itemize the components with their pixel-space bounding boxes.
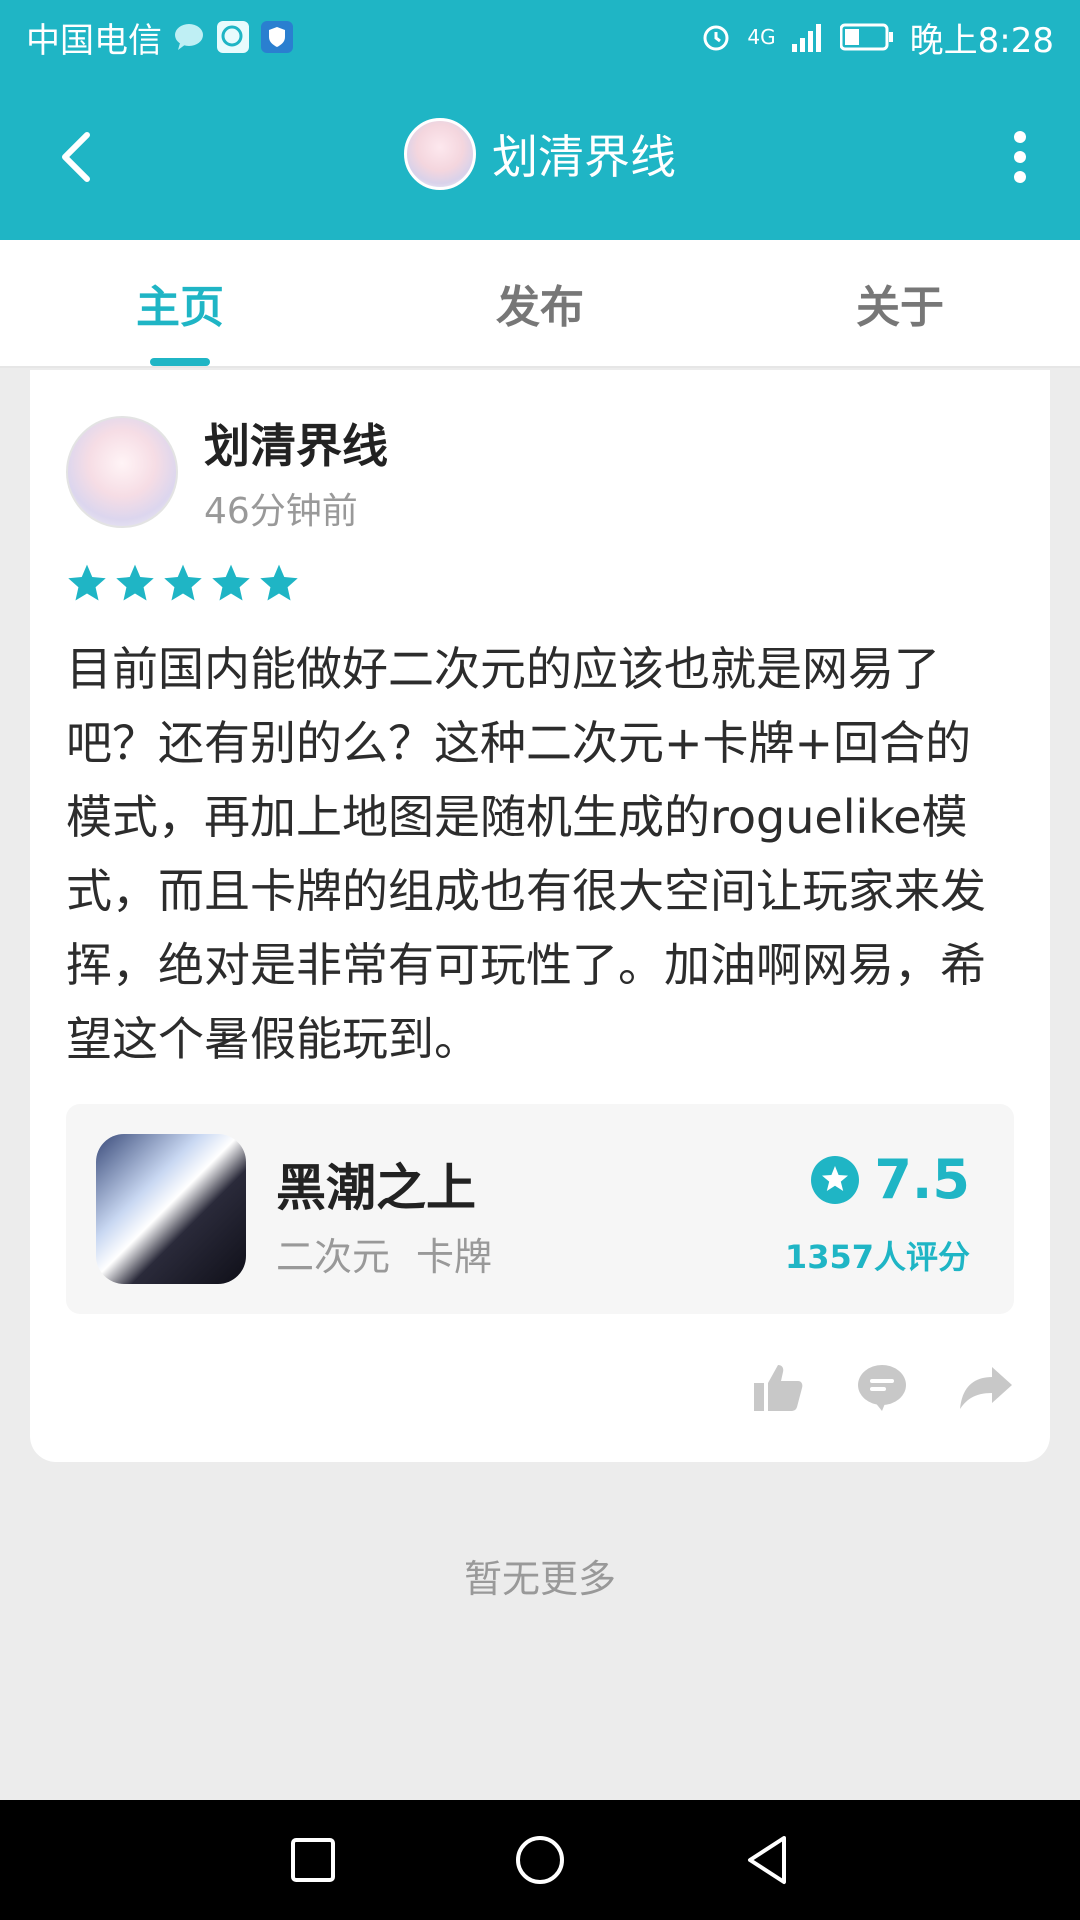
tab-about-label: 关于 — [856, 282, 944, 333]
game-score: 7.5 — [810, 1148, 970, 1211]
share-icon — [960, 1367, 1012, 1409]
back-nav-button[interactable] — [732, 1825, 802, 1895]
game-cover-image — [96, 1134, 246, 1284]
clock-label: 晚上8:28 — [909, 20, 1054, 61]
tab-bar: 主页 发布 关于 — [0, 240, 1080, 368]
battery-icon — [838, 20, 896, 54]
star-icon — [68, 564, 106, 601]
game-tag: 二次元 — [276, 1235, 391, 1279]
more-vertical-icon — [1014, 131, 1026, 183]
like-button[interactable] — [750, 1360, 806, 1416]
star-icon — [260, 564, 298, 601]
review-card[interactable]: 划清界线 46分钟前 目前国内能做好二次元的应该也就是网易了吧？还有别的么？这种… — [30, 370, 1050, 1462]
comment-button[interactable] — [854, 1360, 910, 1416]
signal-icon — [790, 20, 824, 54]
tab-active-indicator — [150, 358, 210, 366]
game-tags: 二次元 卡牌 — [276, 1226, 492, 1281]
square-icon — [291, 1838, 336, 1882]
carrier-label: 中国电信 — [26, 20, 162, 61]
tab-about[interactable]: 关于 — [720, 240, 1080, 366]
user-avatar — [404, 118, 476, 190]
alarm-icon — [699, 20, 733, 54]
status-bar: 中国电信 4G 晚上8:28 — [0, 0, 1080, 74]
star-icon — [212, 564, 250, 601]
author-name[interactable]: 划清界线 — [204, 410, 388, 476]
share-button[interactable] — [958, 1360, 1014, 1416]
game-tag: 卡牌 — [416, 1235, 493, 1279]
author-row: 划清界线 46分钟前 — [66, 410, 388, 534]
rating-stars — [66, 562, 300, 604]
message-bubble-icon — [172, 20, 206, 54]
rating-count: 1357人评分 — [784, 1238, 970, 1276]
triangle-back-icon — [747, 1836, 786, 1884]
post-actions — [750, 1360, 1014, 1416]
author-avatar[interactable] — [66, 416, 178, 528]
circle-icon — [515, 1836, 564, 1884]
game-title: 黑潮之上 — [276, 1159, 476, 1217]
home-button[interactable] — [505, 1825, 575, 1895]
recents-button[interactable] — [278, 1825, 348, 1895]
tab-publish-label: 发布 — [496, 282, 584, 333]
game-score-value: 7.5 — [874, 1148, 970, 1211]
star-icon — [116, 564, 154, 601]
security-shield-icon — [260, 20, 294, 54]
post-timestamp: 46分钟前 — [204, 491, 358, 532]
network-type-label: 4G — [747, 25, 776, 49]
rating-star-icon — [811, 1155, 860, 1204]
system-nav-bar — [0, 1800, 1080, 1920]
thumbs-up-icon — [754, 1365, 803, 1411]
more-options-button[interactable] — [1000, 122, 1040, 192]
tab-home-label: 主页 — [136, 282, 224, 333]
no-more-label: 暂无更多 — [463, 1557, 616, 1601]
page-title: 划清界线 — [492, 130, 676, 184]
game-card[interactable]: 黑潮之上 二次元 卡牌 7.5 1357人评分 — [66, 1104, 1014, 1314]
tab-home[interactable]: 主页 — [0, 240, 360, 366]
review-text: 目前国内能做好二次元的应该也就是网易了吧？还有别的么？这种二次元+卡牌+回合的模… — [66, 642, 986, 1066]
app-header: 划清界线 — [0, 74, 1080, 240]
comment-icon — [858, 1365, 906, 1411]
tab-publish[interactable]: 发布 — [360, 240, 720, 366]
chat-app-icon — [216, 20, 250, 54]
star-icon — [164, 564, 202, 601]
